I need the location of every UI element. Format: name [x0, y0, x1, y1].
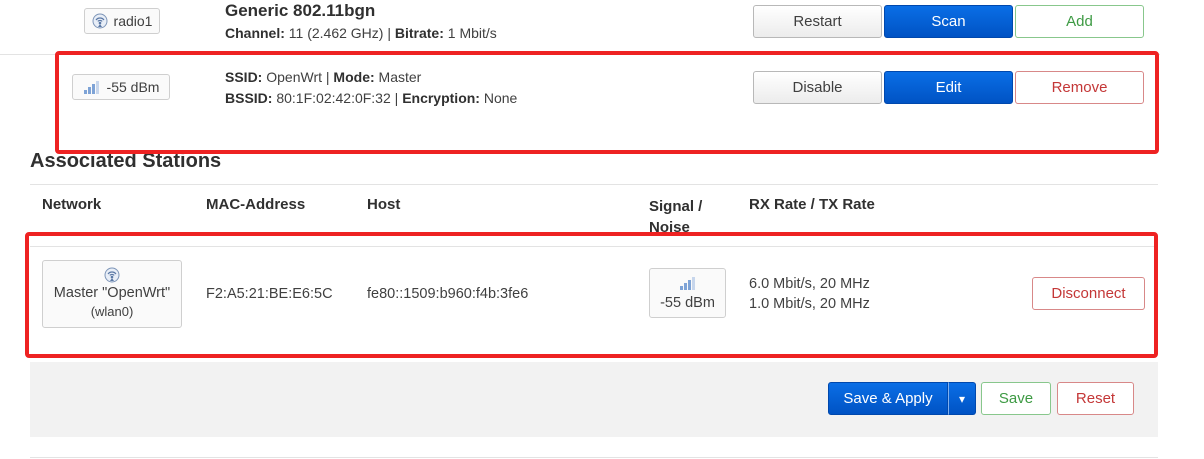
ssid-mode-line: SSID: OpenWrt | Mode: Master [225, 69, 421, 85]
signal-strength-icon [679, 276, 695, 290]
reset-button[interactable]: Reset [1057, 382, 1134, 415]
channel-value: 11 (2.462 GHz) | [288, 25, 391, 41]
device-channel-info: Channel: 11 (2.462 GHz) | Bitrate: 1 Mbi… [225, 25, 497, 41]
save-apply-label: Save & Apply [843, 390, 933, 407]
edit-button[interactable]: Edit [884, 71, 1013, 104]
disable-button[interactable]: Disable [753, 71, 882, 104]
save-apply-dropdown[interactable]: ▾ [948, 382, 976, 415]
bottom-divider [30, 457, 1158, 458]
save-apply-button[interactable]: Save & Apply [828, 382, 948, 415]
station-signal-value: -55 dBm [660, 294, 715, 311]
column-header-signal-line1: Signal / [649, 198, 703, 215]
station-network-iface: (wlan0) [90, 304, 134, 319]
bssid-encryption-line: BSSID: 80:1F:02:42:0F:32 | Encryption: N… [225, 90, 517, 106]
add-button[interactable]: Add [1015, 5, 1144, 38]
wifi-radio-icon [104, 267, 120, 283]
bssid-label: BSSID: [225, 90, 273, 106]
bitrate-label: Bitrate: [394, 25, 444, 41]
device-title: Generic 802.11bgn [225, 1, 376, 20]
column-header-signal-line2: Noise [649, 219, 690, 236]
table-header-border [30, 246, 1158, 247]
mode-label: Mode: [333, 69, 375, 85]
remove-button[interactable]: Remove [1015, 71, 1144, 104]
column-header-network: Network [42, 196, 102, 213]
chevron-down-icon: ▾ [958, 391, 966, 406]
station-network-badge: Master "OpenWrt" (wlan0) [42, 260, 182, 328]
mode-value: Master [378, 69, 422, 85]
station-rates: 6.0 Mbit/s, 20 MHz 1.0 Mbit/s, 20 MHz [749, 274, 870, 314]
top-divider [0, 54, 1160, 55]
column-header-host: Host [367, 196, 401, 213]
station-mac: F2:A5:21:BE:E6:5C [206, 286, 333, 302]
network-signal-badge: -55 dBm [72, 74, 170, 100]
restart-button[interactable]: Restart [753, 5, 882, 38]
radio-label: radio1 [113, 13, 153, 29]
scan-button[interactable]: Scan [884, 5, 1013, 38]
bitrate-value: 1 Mbit/s [447, 25, 497, 41]
encryption-label: Encryption: [402, 90, 480, 106]
station-host: fe80::1509:b960:f4b:3fe6 [367, 286, 529, 302]
save-button[interactable]: Save [981, 382, 1051, 415]
section-heading: Associated Stations [30, 150, 222, 172]
bssid-value: 80:1F:02:42:0F:32 | [276, 90, 399, 106]
station-tx-rate: 1.0 Mbit/s, 20 MHz [749, 296, 870, 312]
signal-strength-icon [83, 81, 99, 94]
ssid-value: OpenWrt | [266, 69, 330, 85]
highlight-station-row [25, 232, 1158, 358]
disconnect-button[interactable]: Disconnect [1032, 277, 1145, 310]
network-signal-value: -55 dBm [106, 79, 160, 95]
channel-label: Channel: [225, 25, 285, 41]
column-header-signal: Signal / Noise [649, 196, 702, 238]
encryption-value: None [483, 90, 518, 106]
ssid-label: SSID: [225, 69, 263, 85]
station-network-name: Master "OpenWrt" [53, 285, 171, 301]
radio-badge: radio1 [84, 8, 160, 34]
station-signal-badge: -55 dBm [649, 268, 726, 318]
column-header-mac: MAC-Address [206, 196, 306, 213]
column-header-rate: RX Rate / TX Rate [749, 196, 875, 213]
station-rx-rate: 6.0 Mbit/s, 20 MHz [749, 276, 870, 292]
table-top-border [30, 184, 1158, 185]
wifi-radio-icon [92, 13, 108, 29]
